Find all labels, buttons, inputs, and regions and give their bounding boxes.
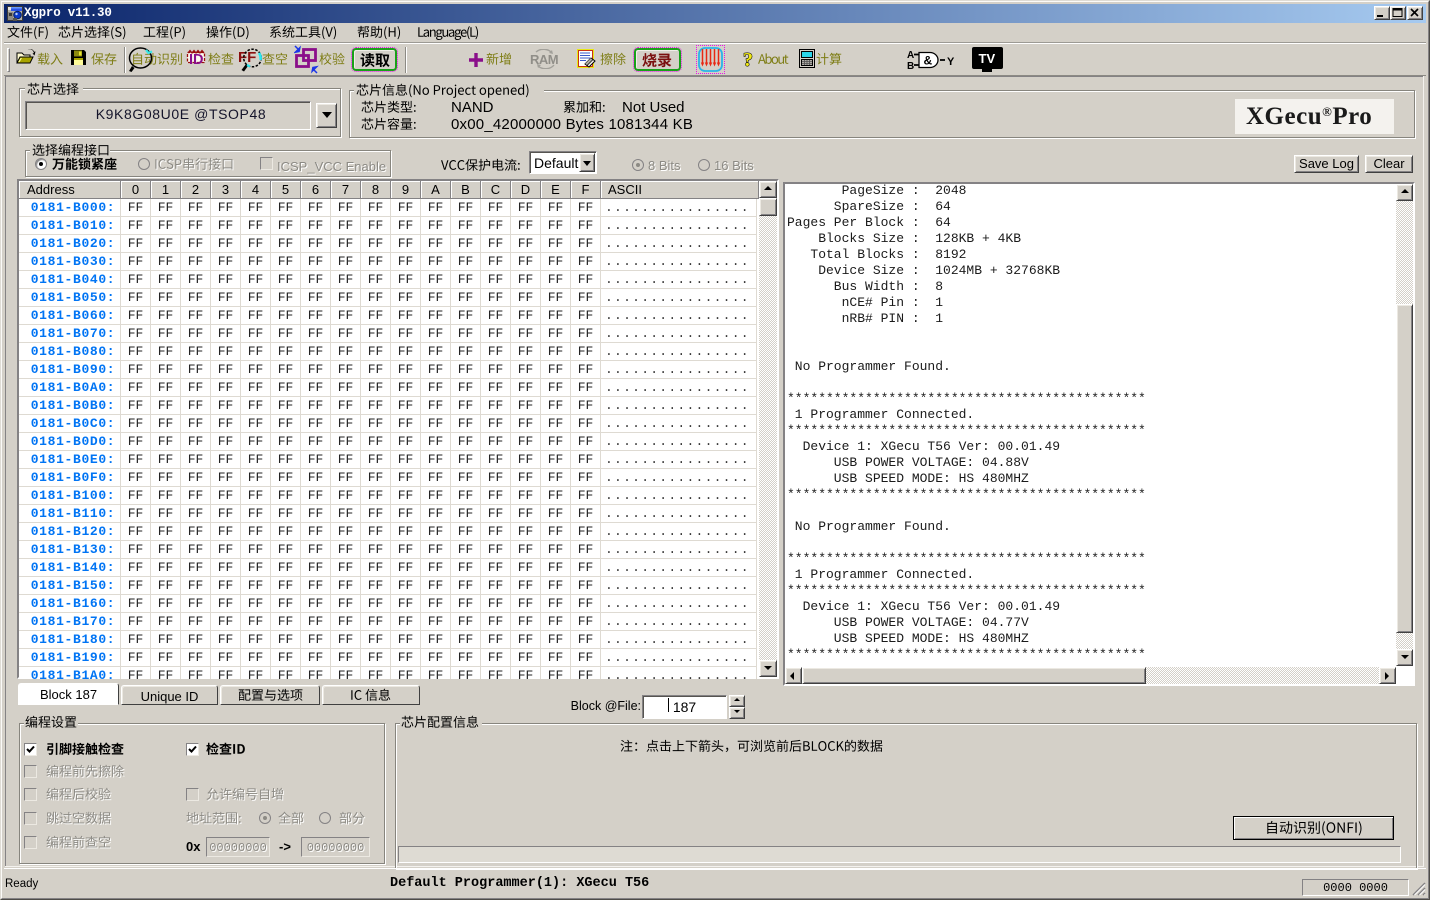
svg-text:RAM: RAM (530, 52, 558, 67)
svg-text:ID: ID (189, 52, 204, 68)
svg-text:A: A (907, 50, 914, 61)
svg-text:B: B (907, 61, 914, 71)
svg-text:?: ? (743, 49, 753, 70)
svg-text:TV: TV (979, 51, 996, 66)
svg-text:FF: FF (238, 49, 256, 66)
svg-text:&: & (924, 54, 933, 68)
svg-text:Y: Y (947, 56, 955, 68)
